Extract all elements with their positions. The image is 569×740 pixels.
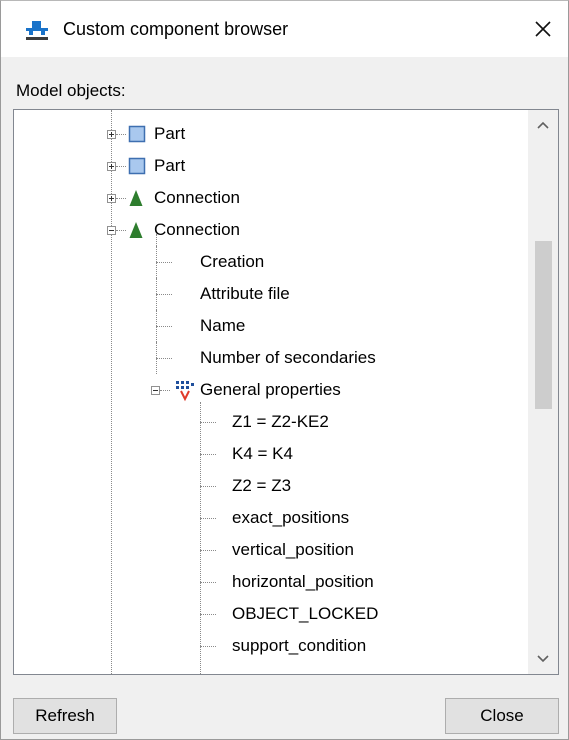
tree-guide-line: [200, 518, 216, 519]
tree-item-label: Name: [200, 316, 246, 335]
tree-item-label: Part: [154, 156, 186, 175]
vertical-scrollbar[interactable]: [528, 110, 558, 674]
part-icon: [128, 125, 146, 143]
tree-node[interactable]: Connection: [14, 182, 528, 214]
tree-node[interactable]: Connection: [14, 214, 528, 246]
tree-item-label: vertical_position: [232, 540, 354, 559]
scroll-down-button[interactable]: [528, 644, 558, 674]
tree-leaf[interactable]: Creation: [14, 246, 528, 278]
tree-guide-line: [116, 166, 126, 167]
tree-item-label: K4 = K4: [232, 444, 293, 463]
tree-item-label: Z2 = Z3: [232, 476, 292, 495]
close-window-button[interactable]: [523, 13, 563, 45]
tree-item-label: exact_positions: [232, 508, 350, 527]
connection-icon: [128, 189, 144, 207]
tree-leaf[interactable]: exact_positions: [14, 502, 528, 534]
tree-item-label: Connection: [154, 188, 241, 207]
tree-guide-line: [200, 422, 216, 423]
tree-item-label: Connection: [154, 220, 241, 239]
tree-guide-line: [116, 134, 126, 135]
up-arrow-icon: [537, 121, 549, 129]
tree-content[interactable]: Part Part Connection Connection Creation Attr…: [14, 110, 528, 674]
part-icon: [128, 157, 146, 175]
scrollbar-thumb[interactable]: [535, 241, 552, 409]
tree-leaf[interactable]: K4 = K4: [14, 438, 528, 470]
tree-leaf[interactable]: vertical_position: [14, 534, 528, 566]
tree-guide-line: [156, 326, 172, 327]
tree-guide-line: [200, 454, 216, 455]
tree-leaf[interactable]: Attribute file: [14, 278, 528, 310]
scroll-up-button[interactable]: [528, 110, 558, 140]
tree-guide-line: [116, 230, 126, 231]
tree-leaf[interactable]: Name: [14, 310, 528, 342]
tree-guide-line: [200, 550, 216, 551]
tree-guide-line: [200, 402, 201, 674]
tree-node[interactable]: Part: [14, 150, 528, 182]
close-button[interactable]: Close: [445, 698, 559, 734]
tree-item-label: Z1 = Z2-KE2: [232, 412, 329, 431]
model-objects-tree[interactable]: Part Part Connection Connection Creation Attr…: [13, 109, 559, 675]
tree-leaf[interactable]: Z2 = Z3: [14, 470, 528, 502]
expand-toggle[interactable]: [107, 130, 116, 139]
tree-leaf[interactable]: Z1 = Z2-KE2: [14, 406, 528, 438]
collapse-toggle[interactable]: [151, 386, 160, 395]
refresh-button[interactable]: Refresh: [13, 698, 117, 734]
tree-leaf[interactable]: Number of secondaries: [14, 342, 528, 374]
general-properties-icon: [172, 378, 196, 402]
component-browser-window: Custom component browser Model objects: …: [0, 0, 569, 740]
close-icon: [535, 21, 551, 37]
tree-guide-line: [160, 390, 170, 391]
tree-guide-line: [200, 614, 216, 615]
part-icon: [128, 157, 146, 175]
connection-icon: [129, 190, 143, 206]
collapse-toggle[interactable]: [107, 226, 116, 235]
tree-node[interactable]: Part: [14, 118, 528, 150]
connection-icon: [129, 222, 143, 238]
tree-guide-line: [156, 262, 172, 263]
tree-leaf[interactable]: horizontal_position: [14, 566, 528, 598]
tree-item-label: Attribute file: [200, 284, 290, 303]
tekla-component-icon: [23, 19, 51, 41]
window-title: Custom component browser: [63, 19, 289, 39]
model-objects-label: Model objects:: [16, 81, 126, 100]
tree-item-label: horizontal_position: [232, 572, 374, 591]
tree-guide-line: [200, 582, 216, 583]
title-bar[interactable]: Custom component browser: [1, 1, 568, 57]
down-arrow-icon: [537, 655, 549, 663]
part-icon: [128, 125, 146, 143]
tree-item-label: OBJECT_LOCKED: [232, 604, 379, 623]
connection-icon: [128, 221, 144, 239]
tree-guide-line: [200, 646, 216, 647]
tree-item-label: Part: [154, 124, 186, 143]
tree-guide-line: [116, 198, 126, 199]
tree-node-group[interactable]: General properties: [14, 374, 528, 406]
tree-guide-line: [156, 294, 172, 295]
tree-guide-line: [156, 358, 172, 359]
tree-item-label: Creation: [200, 252, 265, 271]
tree-leaf[interactable]: support_condition: [14, 630, 528, 662]
tree-leaf[interactable]: OBJECT_LOCKED: [14, 598, 528, 630]
expand-toggle[interactable]: [107, 194, 116, 203]
general-properties-icon: [176, 381, 194, 402]
tree-guide-line: [156, 234, 157, 362]
expand-toggle[interactable]: [107, 162, 116, 171]
tree-item-label: support_condition: [232, 636, 367, 655]
tree-guide-line: [200, 486, 216, 487]
tree-item-label: General properties: [200, 380, 341, 399]
tree-item-label: Number of secondaries: [200, 348, 376, 367]
